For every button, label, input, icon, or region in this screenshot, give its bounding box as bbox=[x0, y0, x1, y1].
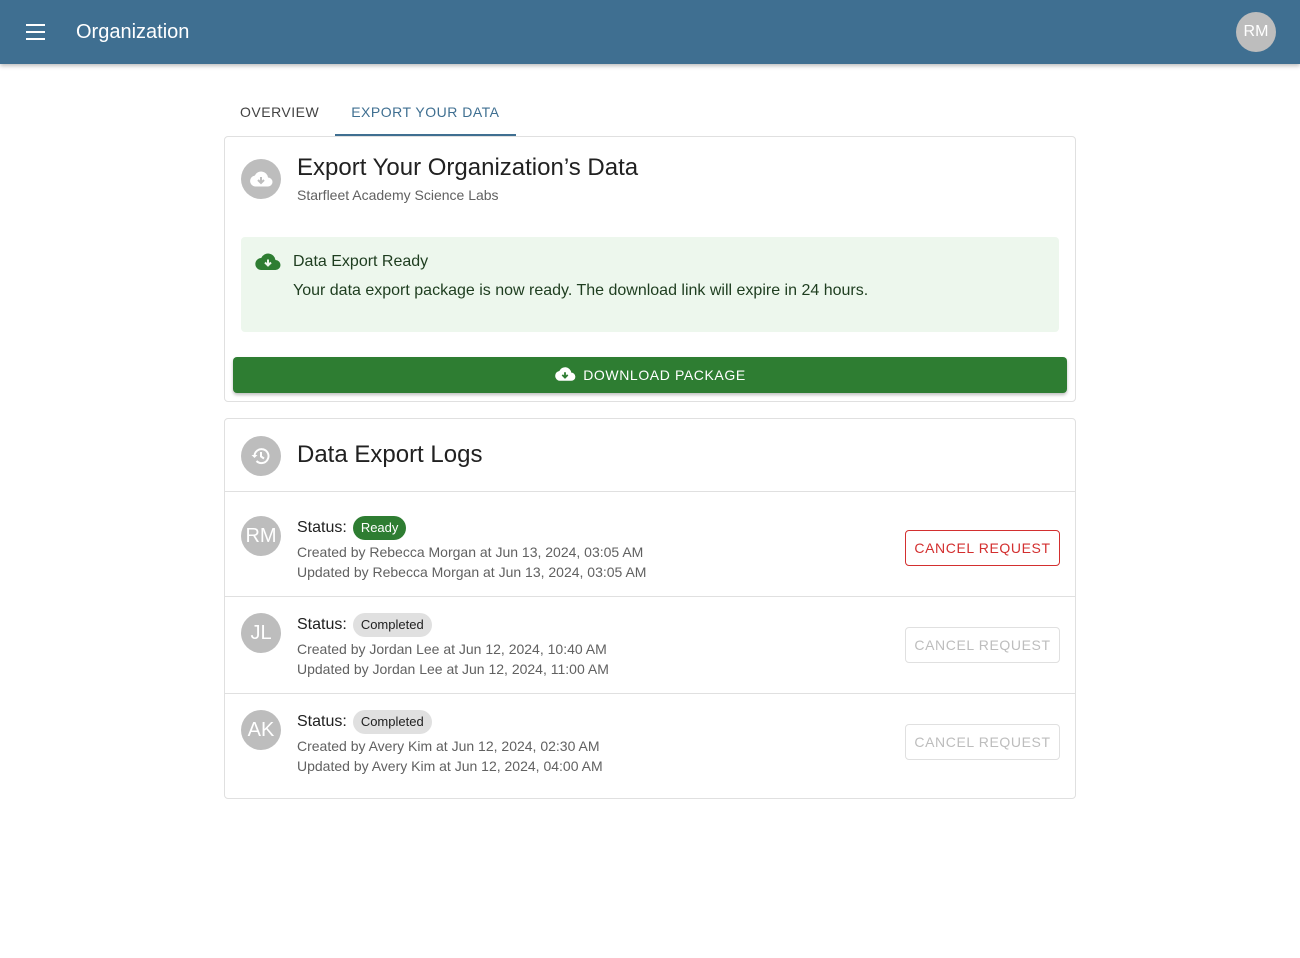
app-title: Organization bbox=[76, 21, 190, 43]
export-card: Export Your Organization’s Data Starflee… bbox=[224, 136, 1076, 402]
log-status: Status: Ready bbox=[297, 516, 407, 540]
cancel-request-button[interactable]: CANCEL REQUEST bbox=[905, 724, 1060, 760]
created-info: Created by Rebecca Morgan at Jun 13, 202… bbox=[297, 544, 644, 560]
menu-icon[interactable] bbox=[20, 20, 52, 44]
cloud-download-icon bbox=[241, 159, 281, 199]
status-badge: Ready bbox=[352, 516, 407, 540]
tab-bar: OVERVIEW EXPORT YOUR DATA bbox=[224, 88, 516, 136]
cloud-download-icon bbox=[255, 251, 281, 275]
alert-message: Your data export package is now ready. T… bbox=[293, 282, 869, 299]
logs-card-title: Data Export Logs bbox=[297, 441, 483, 468]
app-bar: Organization RM bbox=[0, 0, 1300, 64]
avatar: RM bbox=[241, 516, 281, 556]
log-status: Status: Completed bbox=[297, 613, 432, 637]
tab-export-your-data[interactable]: EXPORT YOUR DATA bbox=[335, 88, 516, 136]
log-entry: AK Status: Completed Created by Avery Ki… bbox=[225, 694, 1075, 791]
updated-info: Updated by Rebecca Morgan at Jun 13, 202… bbox=[297, 564, 647, 580]
created-info: Created by Avery Kim at Jun 12, 2024, 02… bbox=[297, 738, 600, 754]
status-label: Status: bbox=[297, 713, 347, 730]
avatar: JL bbox=[241, 613, 281, 653]
updated-info: Updated by Avery Kim at Jun 12, 2024, 04… bbox=[297, 758, 603, 774]
updated-info: Updated by Jordan Lee at Jun 12, 2024, 1… bbox=[297, 661, 609, 677]
download-package-button[interactable]: DOWNLOAD PACKAGE bbox=[233, 357, 1067, 393]
tab-overview[interactable]: OVERVIEW bbox=[224, 88, 335, 136]
organization-name: Starfleet Academy Science Labs bbox=[297, 187, 499, 203]
created-info: Created by Jordan Lee at Jun 12, 2024, 1… bbox=[297, 641, 607, 657]
avatar: AK bbox=[241, 710, 281, 750]
export-ready-alert: Data Export Ready Your data export packa… bbox=[241, 237, 1059, 332]
status-badge: Completed bbox=[352, 613, 432, 637]
cancel-request-button[interactable]: CANCEL REQUEST bbox=[905, 530, 1060, 566]
user-avatar[interactable]: RM bbox=[1236, 12, 1276, 52]
log-status: Status: Completed bbox=[297, 710, 432, 734]
download-package-label: DOWNLOAD PACKAGE bbox=[583, 367, 746, 383]
log-entry: RM Status: Ready Created by Rebecca Morg… bbox=[225, 492, 1075, 589]
status-label: Status: bbox=[297, 519, 347, 536]
cloud-download-icon bbox=[554, 365, 576, 385]
cancel-request-button[interactable]: CANCEL REQUEST bbox=[905, 627, 1060, 663]
log-entry: JL Status: Completed Created by Jordan L… bbox=[225, 597, 1075, 694]
history-icon bbox=[241, 436, 281, 476]
status-label: Status: bbox=[297, 616, 347, 633]
alert-title: Data Export Ready bbox=[293, 253, 429, 270]
export-card-title: Export Your Organization’s Data bbox=[297, 154, 639, 181]
export-logs-card: Data Export Logs RM Status: Ready Create… bbox=[224, 418, 1076, 799]
status-badge: Completed bbox=[352, 710, 432, 734]
